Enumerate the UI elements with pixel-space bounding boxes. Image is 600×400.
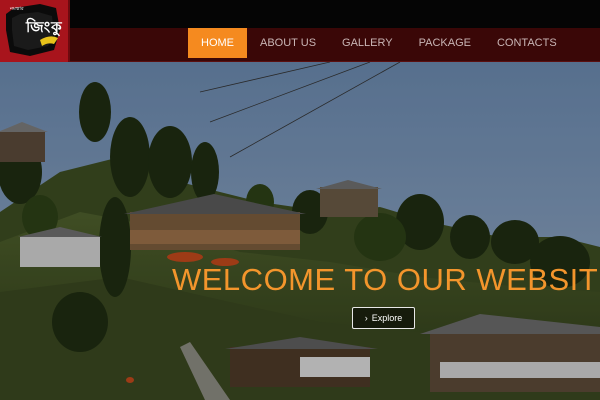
- nav-item-about-us[interactable]: ABOUT US: [247, 28, 329, 58]
- nav-item-package[interactable]: PACKAGE: [406, 28, 484, 58]
- hero-banner: [0, 62, 600, 400]
- hero-dim-overlay: [0, 62, 600, 400]
- logo-tagline: নমস্কার: [10, 6, 24, 12]
- site-logo[interactable]: নমস্কার জিংকু: [0, 0, 70, 62]
- top-bar: [0, 0, 600, 28]
- nav-item-contacts[interactable]: CONTACTS: [484, 28, 570, 58]
- logo-text: জিংকু: [26, 18, 63, 36]
- nav-item-gallery[interactable]: GALLERY: [329, 28, 406, 58]
- main-menu: HOME ABOUT US GALLERY PACKAGE CONTACTS: [188, 28, 570, 58]
- nav-item-home[interactable]: HOME: [188, 28, 247, 58]
- explore-button-label: Explore: [371, 313, 403, 323]
- explore-button[interactable]: › Explore: [352, 307, 415, 329]
- welcome-heading: WELCOME TO OUR WEBSITE: [172, 262, 600, 297]
- chevron-right-icon: ›: [364, 313, 368, 323]
